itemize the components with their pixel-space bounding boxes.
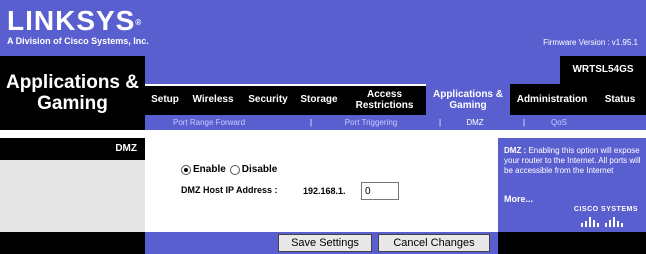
dmz-host-ip-label: DMZ Host IP Address : [181,185,278,195]
router-admin-page: LINKSYS® A Division of Cisco Systems, In… [0,0,646,254]
help-text: DMZ : Enabling this option will expose y… [504,146,642,176]
enable-label: Enable [193,164,226,175]
help-panel: DMZ : Enabling this option will expose y… [498,138,646,232]
subtab-separator: | [439,118,442,127]
ip-prefix: 192.168.1. [303,186,346,196]
firmware-value: v1.95.1 [611,38,638,47]
tab-applications-gaming[interactable]: Applications & Gaming [426,84,510,115]
tab-security[interactable]: Security [241,84,295,115]
save-settings-button[interactable]: Save Settings [278,234,372,252]
tab-storage[interactable]: Storage [295,84,343,115]
section-title: DMZ [0,138,145,160]
cisco-bars-icon [580,217,623,227]
brand-header: LINKSYS® A Division of Cisco Systems, In… [0,0,646,56]
help-term: DMZ : [504,146,527,155]
tab-administration[interactable]: Administration [510,84,594,115]
firmware-label: Firmware Version : [543,38,610,47]
sub-tabs: Port Range Forward | Port Triggering | D… [145,115,646,130]
ip-last-octet-input[interactable] [361,182,399,200]
model-strip: WRTSL54GS [145,56,646,84]
brand-tagline: A Division of Cisco Systems, Inc. [7,36,149,46]
subtab-qos[interactable]: QoS [545,115,573,130]
model-name: WRTSL54GS [560,56,646,84]
dmz-host-ip-row: DMZ Host IP Address : 192.168.1. [181,182,501,200]
enable-radio[interactable] [181,164,191,175]
subtab-port-triggering[interactable]: Port Triggering [331,115,411,130]
cisco-wordmark: CISCO SYSTEMS [573,206,638,213]
tab-wireless[interactable]: Wireless [185,84,241,115]
footer-button-area: Save Settings Cancel Changes [145,232,498,254]
disable-radio[interactable] [229,164,240,175]
cisco-logo: CISCO SYSTEMS [574,206,638,227]
firmware-version: Firmware Version : v1.95.1 [541,38,638,48]
subtab-dmz[interactable]: DMZ [457,115,493,130]
tab-setup[interactable]: Setup [145,84,185,115]
disable-label: Disable [241,164,278,175]
section-sidebar: DMZ [0,138,145,232]
page-title-panel: Applications & Gaming [0,56,145,130]
subtab-separator: | [310,118,313,127]
main-tabs: Setup Wireless Security Storage Access R… [145,84,646,115]
tab-access-restrictions[interactable]: Access Restrictions [343,84,426,115]
subtab-separator: | [523,118,526,127]
tab-rule-left [145,84,426,86]
dmz-toggle: Enable Disable [181,164,281,175]
dmz-settings-panel: Enable Disable DMZ Host IP Address : 192… [145,138,498,232]
page-title: Applications & Gaming [5,72,139,114]
linksys-logo: LINKSYS® [7,5,143,36]
more-link[interactable]: More... [504,194,533,204]
subtab-port-range-forward[interactable]: Port Range Forward [159,115,259,130]
footer-bar: Save Settings Cancel Changes [0,232,646,254]
cancel-changes-button[interactable]: Cancel Changes [378,234,490,252]
tab-status[interactable]: Status [594,84,646,115]
spacer [0,130,646,138]
